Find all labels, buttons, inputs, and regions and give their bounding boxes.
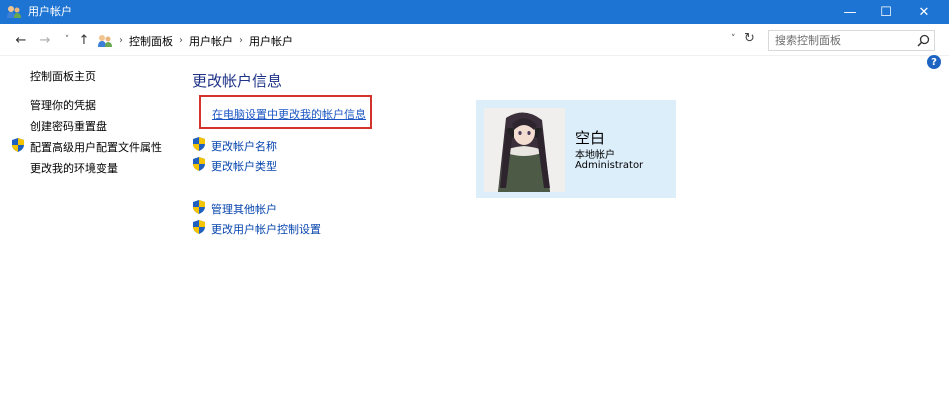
breadcrumb-separator: › xyxy=(239,35,243,46)
change-account-name-link[interactable]: 更改帐户名称 xyxy=(211,138,277,154)
breadcrumb-control-panel[interactable]: 控制面板 xyxy=(129,33,173,49)
sidebar-item-change-environment-variables[interactable]: 更改我的环境变量 xyxy=(30,160,118,176)
search-icon[interactable] xyxy=(917,34,930,47)
back-arrow-icon[interactable]: ← xyxy=(13,31,29,49)
search-input[interactable] xyxy=(775,33,915,48)
uac-shield-icon xyxy=(193,200,205,214)
breadcrumb-user-accounts[interactable]: 用户帐户 xyxy=(189,33,233,49)
account-role: Administrator xyxy=(575,160,644,171)
recent-locations-chevron-icon[interactable]: ˅ xyxy=(59,31,75,49)
users-icon xyxy=(7,6,21,18)
refresh-icon[interactable]: ↻ xyxy=(744,31,755,46)
forward-arrow-icon[interactable]: → xyxy=(37,31,53,49)
uac-shield-icon xyxy=(193,137,205,151)
navigation-bar: ← → ˅ ↑ › 控制面板 › 用户帐户 › 用户帐户 ˅ ↻ xyxy=(0,24,949,56)
breadcrumb-separator: › xyxy=(179,35,183,46)
sidebar-item-create-password-reset-disk[interactable]: 创建密码重置盘 xyxy=(30,118,107,134)
minimize-button[interactable]: — xyxy=(831,0,869,24)
uac-shield-icon xyxy=(193,220,205,234)
uac-shield-icon xyxy=(193,157,205,171)
manage-other-accounts-link[interactable]: 管理其他帐户 xyxy=(211,201,277,217)
title-bar: 用户帐户 — ☐ ✕ xyxy=(0,0,949,24)
change-account-info-in-pc-settings-link[interactable]: 在电脑设置中更改我的帐户信息 xyxy=(212,106,366,122)
sidebar-item-manage-credentials[interactable]: 管理你的凭据 xyxy=(30,97,96,113)
close-button[interactable]: ✕ xyxy=(905,0,943,24)
breadcrumb-user-accounts-current[interactable]: 用户帐户 xyxy=(249,33,293,49)
window-title: 用户帐户 xyxy=(28,5,72,18)
control-panel-icon xyxy=(98,34,112,47)
change-uac-settings-link[interactable]: 更改用户帐户控制设置 xyxy=(211,221,321,237)
help-icon[interactable]: ? xyxy=(927,55,941,69)
breadcrumb-separator: › xyxy=(119,35,123,46)
uac-shield-icon xyxy=(12,138,24,152)
sidebar-item-control-panel-home[interactable]: 控制面板主页 xyxy=(30,68,96,84)
address-dropdown-chevron-icon[interactable]: ˅ xyxy=(731,34,736,44)
page-title: 更改帐户信息 xyxy=(192,72,283,90)
change-account-type-link[interactable]: 更改帐户类型 xyxy=(211,158,277,174)
account-type: 本地帐户 xyxy=(575,150,615,161)
maximize-button[interactable]: ☐ xyxy=(867,0,905,24)
account-name: 空白 xyxy=(575,129,606,147)
up-arrow-icon[interactable]: ↑ xyxy=(76,31,92,49)
search-box[interactable] xyxy=(768,30,935,51)
address-bar[interactable]: › 控制面板 › 用户帐户 › 用户帐户 xyxy=(93,30,761,51)
sidebar-item-advanced-profile-properties[interactable]: 配置高级用户配置文件属性 xyxy=(30,139,162,155)
anime-character-avatar-icon[interactable] xyxy=(484,108,565,192)
